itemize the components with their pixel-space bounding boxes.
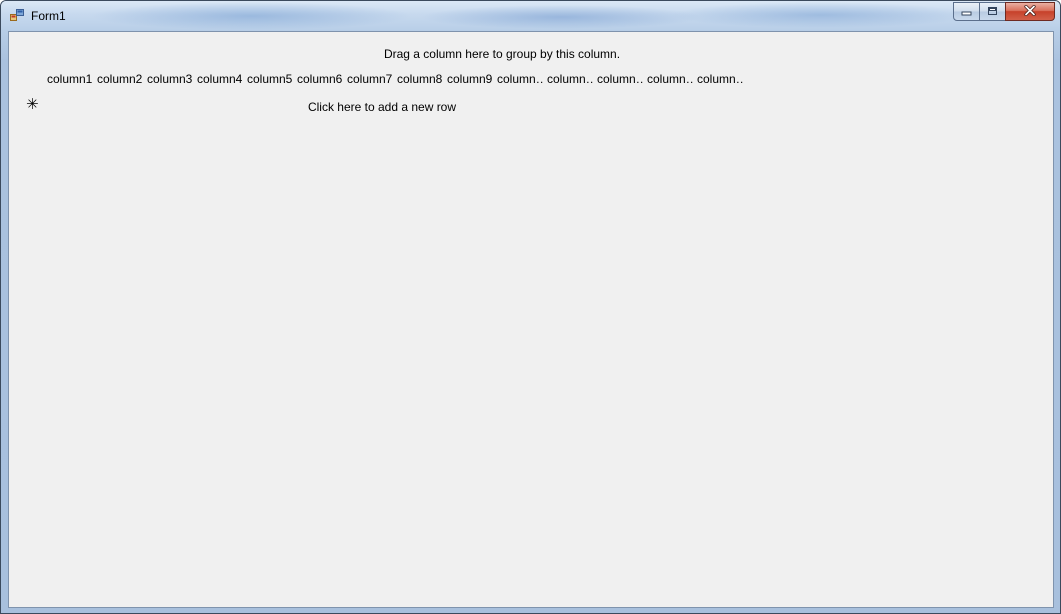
window-title: Form1 bbox=[31, 9, 66, 23]
application-window: Form1 Drag a column here to group by thi… bbox=[0, 0, 1061, 614]
new-row-hint[interactable]: Click here to add a new row bbox=[9, 100, 755, 114]
column-header[interactable]: column… bbox=[697, 72, 743, 86]
column-header[interactable]: column… bbox=[547, 72, 593, 86]
close-icon bbox=[1024, 3, 1036, 21]
minimize-button[interactable] bbox=[953, 2, 980, 21]
column-header[interactable]: column5 bbox=[247, 72, 293, 86]
minimize-icon bbox=[961, 3, 972, 21]
close-button[interactable] bbox=[1005, 2, 1055, 21]
column-header[interactable]: column1 bbox=[47, 72, 93, 86]
column-header[interactable]: column7 bbox=[347, 72, 393, 86]
column-header[interactable]: column6 bbox=[297, 72, 343, 86]
column-header[interactable]: column3 bbox=[147, 72, 193, 86]
data-grid[interactable]: Drag a column here to group by this colu… bbox=[9, 32, 1053, 607]
column-header[interactable]: column4 bbox=[197, 72, 243, 86]
column-header[interactable]: column8 bbox=[397, 72, 443, 86]
column-header[interactable]: column… bbox=[497, 72, 543, 86]
form-client-area: Drag a column here to group by this colu… bbox=[8, 31, 1054, 608]
column-header[interactable]: column2 bbox=[97, 72, 143, 86]
app-icon[interactable] bbox=[10, 9, 24, 22]
new-row[interactable]: ✳ Click here to add a new row bbox=[9, 95, 1053, 119]
group-panel-hint[interactable]: Drag a column here to group by this colu… bbox=[9, 47, 995, 61]
maximize-button[interactable] bbox=[979, 2, 1006, 21]
column-header[interactable]: column… bbox=[597, 72, 643, 86]
caption-buttons bbox=[953, 2, 1055, 21]
title-bar[interactable]: Form1 bbox=[1, 1, 1060, 30]
column-header[interactable]: column9 bbox=[447, 72, 493, 86]
maximize-icon bbox=[987, 3, 998, 21]
column-header[interactable]: column… bbox=[647, 72, 693, 86]
